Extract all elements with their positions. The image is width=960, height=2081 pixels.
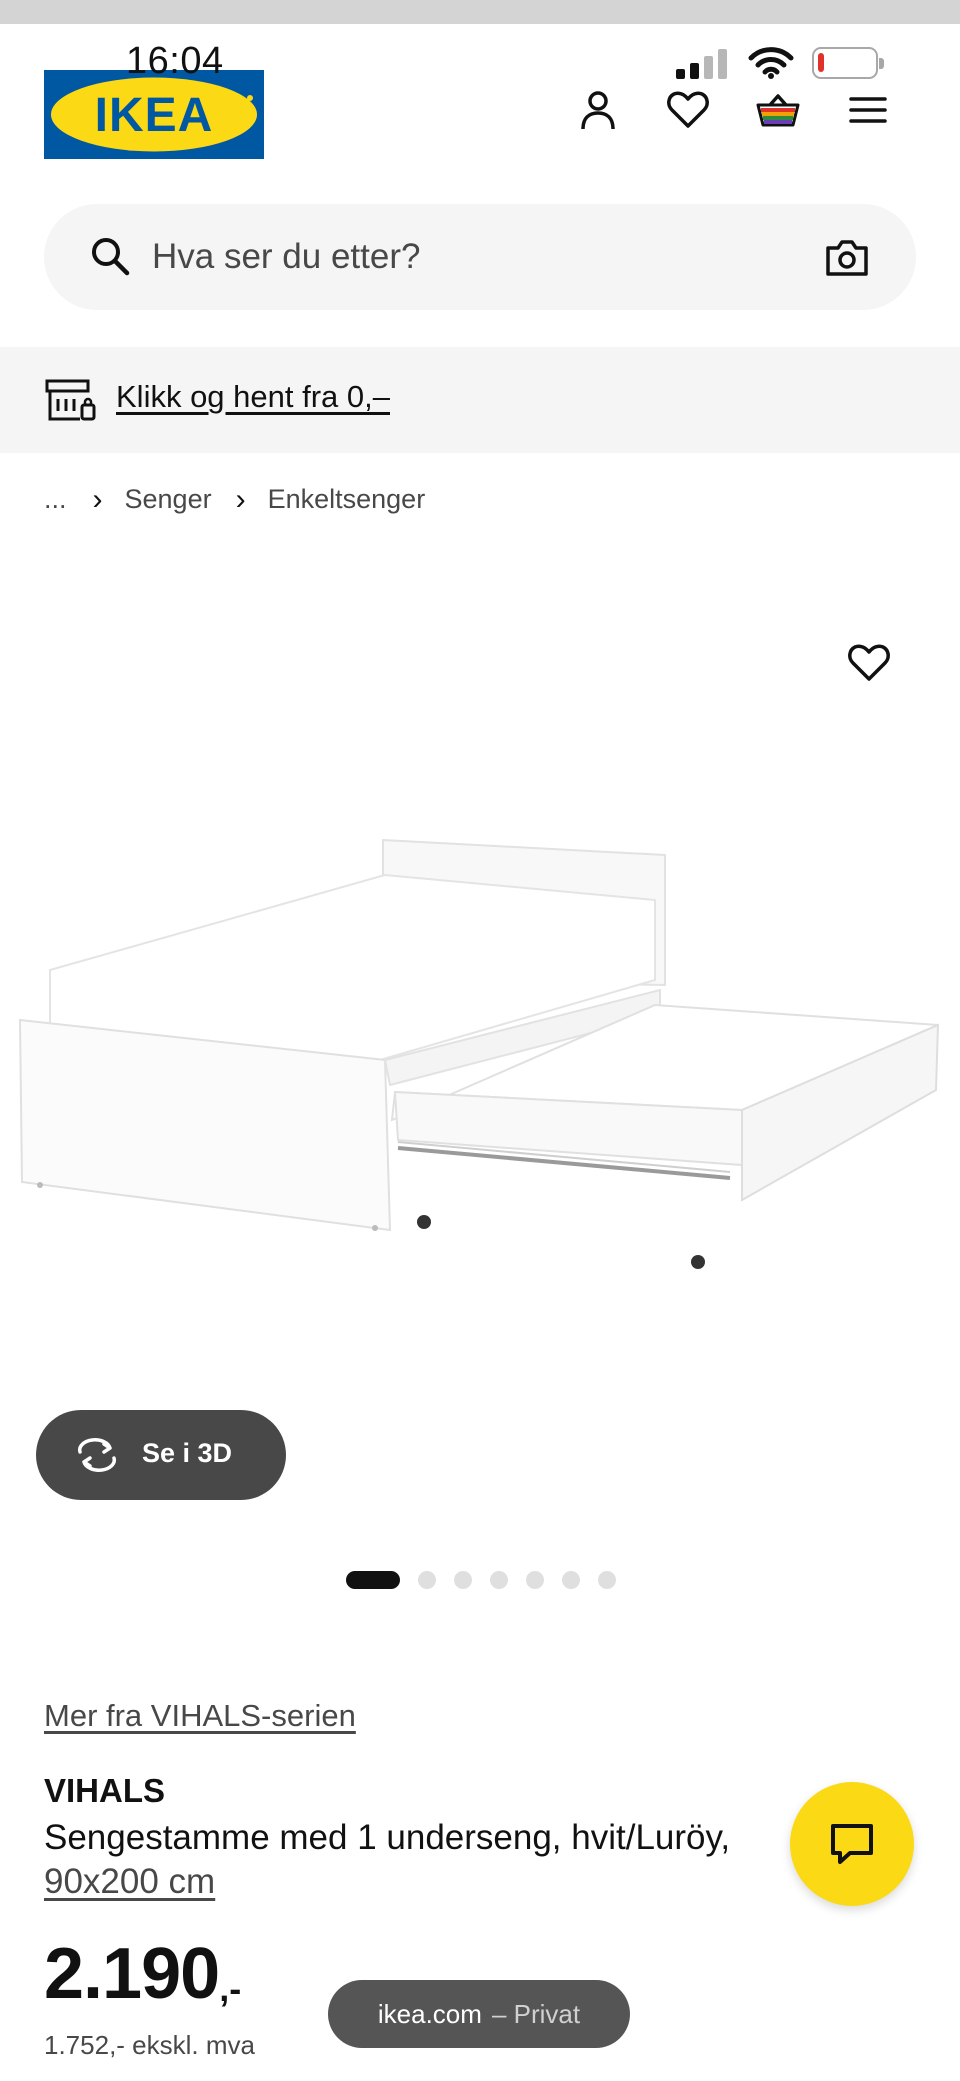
chevron-right-icon: ›	[235, 482, 246, 516]
product-name: VIHALS	[44, 1772, 166, 1809]
add-to-favourites-button[interactable]	[846, 640, 894, 688]
gallery-dot-6[interactable]	[562, 1571, 580, 1589]
status-time: 16:04	[126, 40, 224, 82]
store-icon	[44, 377, 96, 423]
browser-url-pill[interactable]: ikea.com – Privat	[328, 1980, 630, 2048]
profile-icon[interactable]	[574, 86, 622, 134]
view-in-3d-button[interactable]: Se i 3D	[36, 1410, 286, 1500]
chat-button[interactable]	[790, 1782, 914, 1906]
breadcrumb-item-enkeltsenger[interactable]: Enkeltsenger	[268, 484, 426, 515]
search-input[interactable]	[152, 224, 752, 290]
chat-icon	[831, 1824, 873, 1864]
battery-icon	[812, 47, 884, 79]
gallery-dot-2[interactable]	[418, 1571, 436, 1589]
logo-text: IKEA	[95, 89, 214, 142]
search-bar[interactable]	[44, 204, 916, 310]
view-in-3d-label: Se i 3D	[142, 1438, 233, 1468]
click-collect-link[interactable]: Klikk og hent fra 0,–	[116, 379, 390, 415]
battery-level	[818, 53, 824, 72]
url-private-mode: – Privat	[491, 1998, 581, 2029]
heart-icon[interactable]	[664, 86, 712, 134]
header-actions	[574, 86, 892, 134]
gallery-dot-5[interactable]	[526, 1571, 544, 1589]
gallery-dot-7[interactable]	[598, 1571, 616, 1589]
gallery-pagination	[346, 1571, 616, 1589]
wifi-icon	[748, 46, 794, 80]
menu-icon[interactable]	[844, 86, 892, 134]
chevron-right-icon: ›	[92, 482, 103, 516]
rotate-3d-icon	[74, 1436, 120, 1474]
breadcrumb-item-senger[interactable]: Senger	[125, 484, 212, 515]
price-ex-vat: 1.752,- ekskl. mva	[44, 2030, 255, 2060]
status-icons	[676, 46, 884, 80]
signal-icon	[676, 47, 730, 79]
series-link[interactable]: Mer fra VIHALS-serien	[44, 1698, 356, 1734]
top-strip	[0, 0, 960, 24]
gallery-dot-4[interactable]	[490, 1571, 508, 1589]
price-integer: 2.190	[44, 1934, 220, 2014]
gallery-dot-1[interactable]	[346, 1571, 400, 1589]
url-domain: ikea.com	[377, 1998, 482, 2029]
basket-icon[interactable]	[754, 86, 802, 134]
camera-icon[interactable]	[824, 236, 870, 278]
price-suffix: ,-	[219, 1968, 242, 2009]
product-price: 2.190 ,-	[44, 1938, 241, 2010]
heart-icon	[848, 644, 890, 681]
product-image[interactable]	[0, 830, 960, 1270]
click-collect-banner: Klikk og hent fra 0,–	[0, 347, 960, 453]
ikea-logo[interactable]: IKEA	[44, 70, 264, 159]
product-size-link[interactable]: 90x200 cm	[44, 1862, 215, 1902]
gallery-dot-3[interactable]	[454, 1571, 472, 1589]
breadcrumb-ellipsis[interactable]: ...	[44, 484, 67, 515]
breadcrumb: ... › Senger › Enkeltsenger	[44, 484, 425, 515]
product-description: Sengestamme med 1 underseng, hvit/Luröy,	[44, 1818, 731, 1857]
search-icon[interactable]	[88, 234, 132, 278]
